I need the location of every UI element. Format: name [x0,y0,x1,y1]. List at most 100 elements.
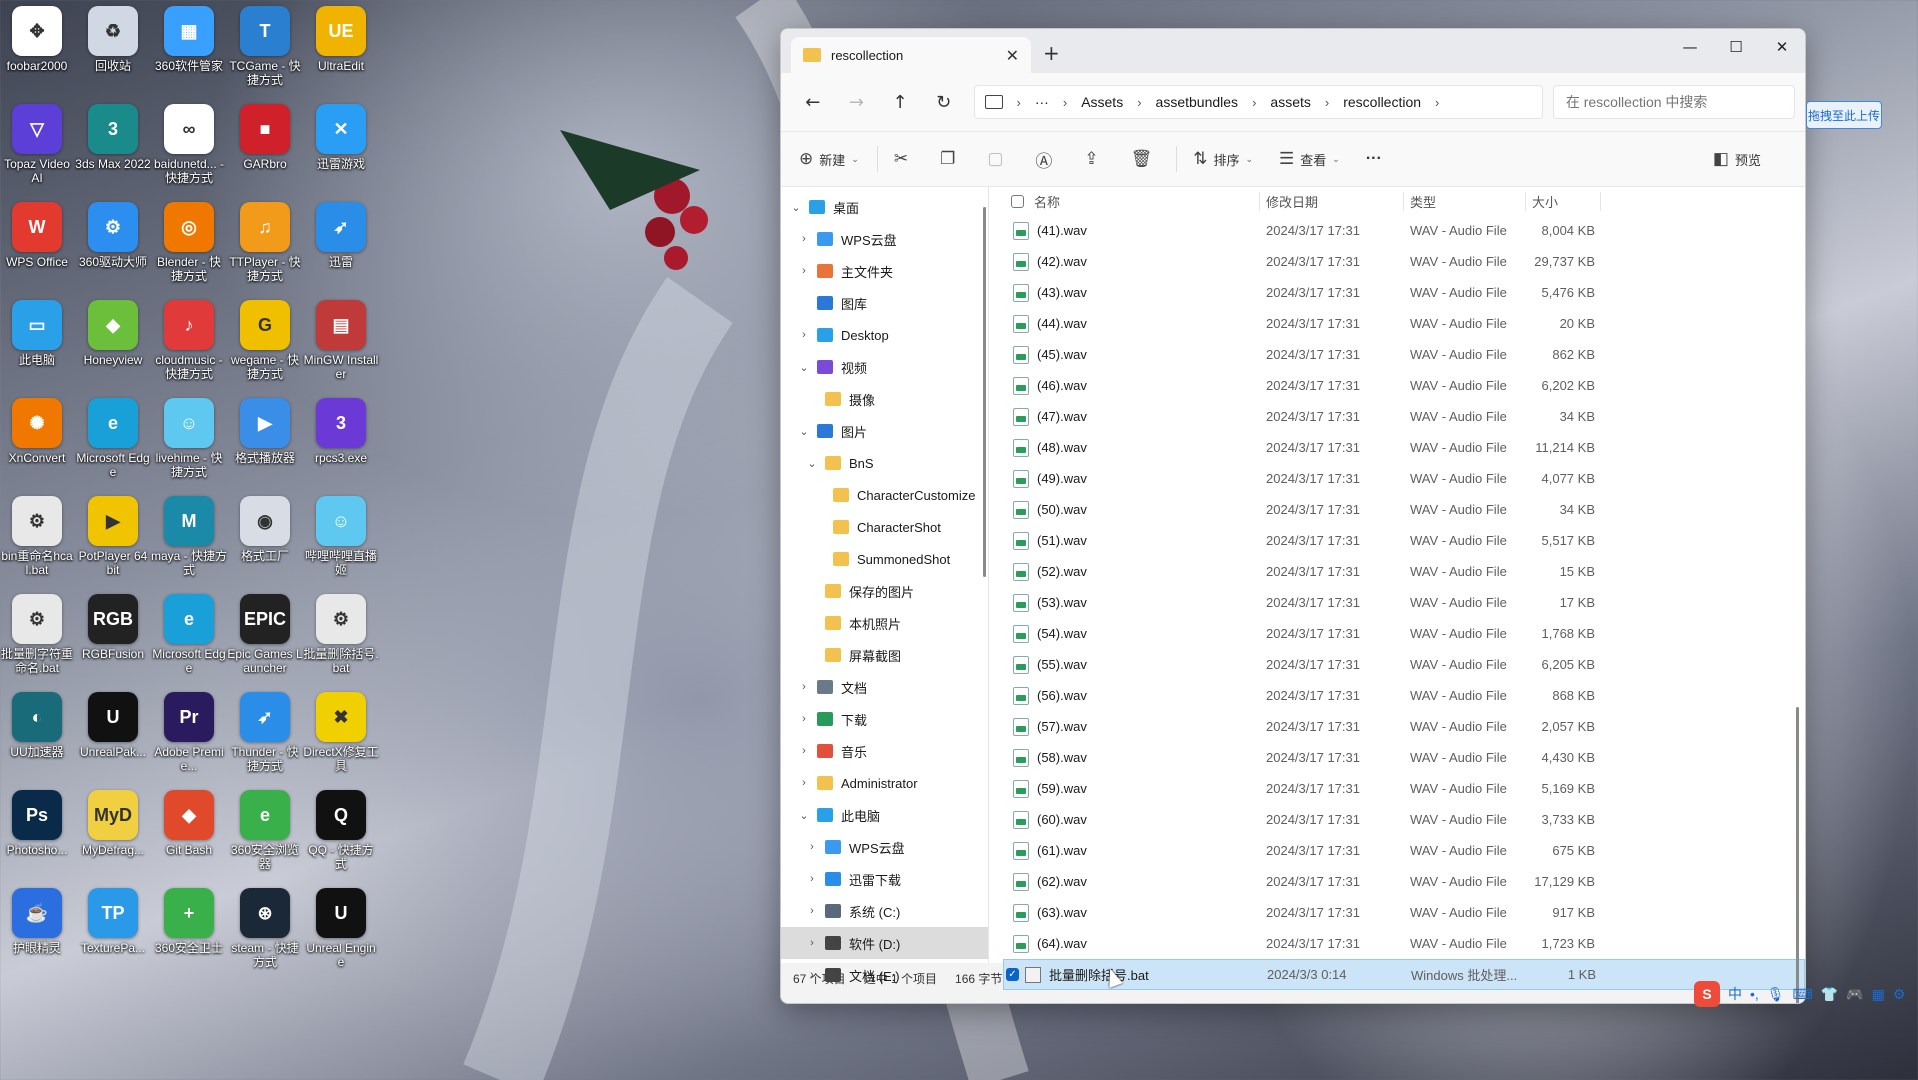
file-row[interactable]: (63).wav 2024/3/17 17:31 WAV - Audio File 9… [1003,897,1805,928]
search-input[interactable] [1565,94,1782,110]
desktop-icon-item[interactable]: ◐ UU加速器 [0,692,75,759]
nav-item[interactable]: › 文档 [781,671,988,703]
minimize-button[interactable]: — [1667,29,1713,65]
nav-item[interactable]: › WPS云盘 [781,831,988,863]
apps-icon[interactable]: ▦ [1872,986,1885,1003]
view-button[interactable]: ☰ 查看 ⌄ [1279,149,1340,169]
desktop-icon-item[interactable]: ▭ 此电脑 [0,300,75,367]
nav-item[interactable]: › Desktop [781,319,988,351]
keyboard-icon[interactable]: ⌨ [1793,986,1813,1003]
desktop-icon-item[interactable]: EPIC Epic Games Launcher [227,594,303,675]
file-row[interactable]: (54).wav 2024/3/17 17:31 WAV - Audio File 1… [1003,618,1805,649]
search-box[interactable] [1552,85,1795,119]
chevron-down-icon[interactable]: ⌄ [805,457,819,470]
chevron-right-icon[interactable]: › [797,745,811,757]
desktop-icon-item[interactable]: ➶ Thunder - 快捷方式 [227,692,303,773]
tab-rescollection[interactable]: rescollection ✕ [791,37,1031,73]
desktop-icon-item[interactable]: ✖ DirectX修复工具 [303,692,379,773]
desktop-icon-item[interactable]: ⊛ steam - 快捷方式 [227,888,303,969]
chevron-right-icon[interactable]: › [805,873,819,885]
desktop-icon-item[interactable]: TP TexturePa... [75,888,151,955]
desktop-icon-item[interactable]: e 360安全浏览器 [227,790,303,871]
nav-item[interactable]: ⌄ 图片 [781,415,988,447]
breadcrumb-assetbundles[interactable]: assetbundles [1156,94,1239,110]
nav-item[interactable]: 屏幕截图 [781,639,988,671]
desktop-icon-item[interactable]: ◆ Honeyview [75,300,151,367]
desktop-icon-item[interactable]: ∞ baidunetd... - 快捷方式 [151,104,227,185]
chevron-down-icon[interactable]: ⌄ [797,809,811,822]
file-row[interactable]: (51).wav 2024/3/17 17:31 WAV - Audio File 5… [1003,525,1805,556]
desktop-icon-item[interactable]: ◆ Git Bash [151,790,227,857]
nav-item[interactable]: › 软件 (D:) [781,927,988,959]
chevron-down-icon[interactable]: ⌄ [789,201,803,214]
desktop-icon-item[interactable]: ▤ MinGW Installer [303,300,379,381]
file-row[interactable]: (42).wav 2024/3/17 17:31 WAV - Audio File 2… [1003,246,1805,277]
desktop-icon-item[interactable]: ✺ XnConvert [0,398,75,465]
close-tab-icon[interactable]: ✕ [1006,46,1019,65]
nav-item[interactable]: CharacterCustomize [781,479,988,511]
rename-button[interactable]: Ⓐ [1035,147,1058,172]
desktop-icon-item[interactable]: ♪ cloudmusic - 快捷方式 [151,300,227,381]
desktop-icon-item[interactable]: 3 rpcs3.exe [303,398,379,465]
desktop-icon-item[interactable]: ▶ 格式播放器 [227,398,303,465]
desktop-icon-item[interactable]: e Microsoft Edge [151,594,227,675]
cut-button[interactable]: ✂ [894,149,914,169]
desktop-icon-item[interactable]: Pr Adobe Premie... [151,692,227,773]
list-scrollbar[interactable] [1796,707,1799,1003]
sogou-ime-icon[interactable]: S [1694,981,1720,1007]
file-row[interactable]: (60).wav 2024/3/17 17:31 WAV - Audio File 3… [1003,804,1805,835]
nav-item[interactable]: ⌄ 视频 [781,351,988,383]
nav-item[interactable]: SummonedShot [781,543,988,575]
nav-item[interactable]: ⌄ BnS [781,447,988,479]
nav-item[interactable]: 保存的图片 [781,575,988,607]
up-button[interactable]: ↑ [878,92,922,113]
desktop-icon-item[interactable]: ▶ PotPlayer 64 bit [75,496,151,577]
nav-item[interactable]: ⌄ 桌面 [781,191,988,223]
desktop-icon-item[interactable]: ✕ 迅雷游戏 [303,104,379,171]
chevron-right-icon[interactable]: › [797,329,811,341]
file-row[interactable]: (41).wav 2024/3/17 17:31 WAV - Audio File 8… [1003,215,1805,246]
chevron-right-icon[interactable]: › [797,265,811,277]
forward-button[interactable]: → [835,92,879,113]
chevron-right-icon[interactable]: › [805,841,819,853]
desktop-icon-item[interactable]: ♻ 回收站 [75,6,151,73]
file-row[interactable]: (49).wav 2024/3/17 17:31 WAV - Audio File 4… [1003,463,1805,494]
desktop-icon-item[interactable]: ⚙ 360驱动大师 [75,202,151,269]
desktop-icon-item[interactable]: Ps Photosho... [0,790,75,857]
desktop-icon-item[interactable]: ☺ livehime - 快捷方式 [151,398,227,479]
close-button[interactable]: ✕ [1759,29,1805,65]
ime-language[interactable]: 中 [1728,984,1742,1004]
settings-icon[interactable]: ⚙ [1893,986,1906,1003]
file-row[interactable]: (62).wav 2024/3/17 17:31 WAV - Audio File 1… [1003,866,1805,897]
microphone-icon[interactable]: 🎙 [1767,986,1785,1003]
file-row[interactable]: (52).wav 2024/3/17 17:31 WAV - Audio File 1… [1003,556,1805,587]
back-button[interactable]: ← [791,92,835,113]
desktop-icon-item[interactable]: UE UltraEdit [303,6,379,73]
skin-icon[interactable]: 👕 [1821,986,1838,1003]
desktop-icon-item[interactable]: ◎ Blender - 快捷方式 [151,202,227,283]
desktop-icon-item[interactable]: ⚙ 批量删除括号.bat [303,594,379,675]
file-row[interactable]: (58).wav 2024/3/17 17:31 WAV - Audio File 4… [1003,742,1805,773]
drag-upload-button[interactable]: 拖拽至此上传 [1806,101,1882,129]
file-row[interactable]: (56).wav 2024/3/17 17:31 WAV - Audio File 8… [1003,680,1805,711]
nav-item[interactable]: 摄像 [781,383,988,415]
desktop-icon-item[interactable]: Gwegame - 快捷方式 [227,300,303,381]
column-size[interactable]: 大小 [1525,191,1601,211]
maximize-button[interactable]: ☐ [1713,29,1759,65]
column-date[interactable]: 修改日期 [1259,191,1403,211]
select-all-checkbox[interactable] [1011,194,1024,208]
nav-item[interactable]: CharacterShot [781,511,988,543]
desktop-icon-item[interactable]: RGB RGBFusion [75,594,151,661]
chevron-right-icon[interactable]: › [797,713,811,725]
nav-item[interactable]: ⌄ 此电脑 [781,799,988,831]
chevron-down-icon[interactable]: ⌄ [797,425,811,438]
breadcrumb-more[interactable]: ··· [1035,94,1049,110]
chevron-down-icon[interactable]: ⌄ [797,361,811,374]
file-row[interactable]: (53).wav 2024/3/17 17:31 WAV - Audio File 1… [1003,587,1805,618]
breadcrumb-assets[interactable]: Assets [1081,94,1123,110]
nav-item[interactable]: › 下载 [781,703,988,735]
desktop-icon-item[interactable]: Mmaya - 快捷方式 [151,496,227,577]
chevron-right-icon[interactable]: › [797,233,811,245]
desktop-icon-item[interactable]: Q QQ - 快捷方式 [303,790,379,871]
file-row[interactable]: (55).wav 2024/3/17 17:31 WAV - Audio File 6… [1003,649,1805,680]
